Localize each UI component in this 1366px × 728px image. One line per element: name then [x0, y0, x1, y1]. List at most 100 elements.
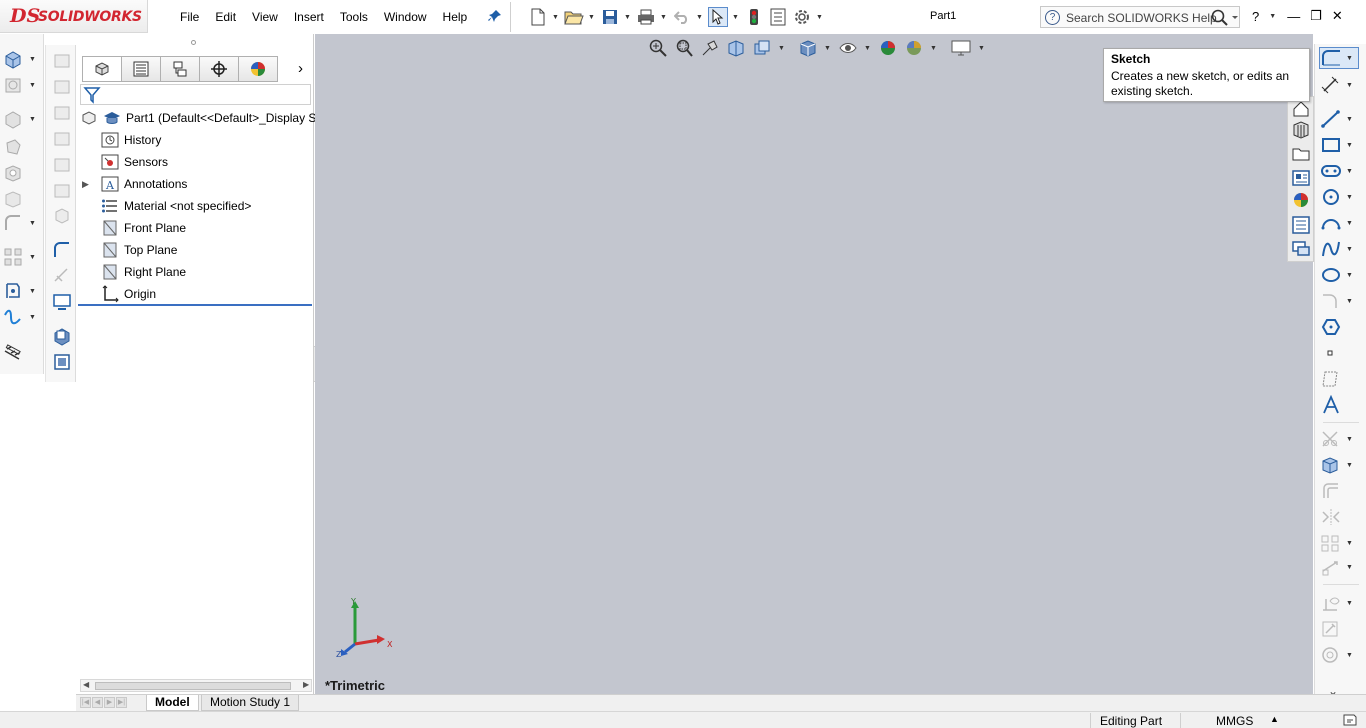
fillet-dropdown-icon[interactable]: ▼: [29, 220, 37, 227]
fillet-button[interactable]: ▼: [3, 212, 41, 234]
polygon-button[interactable]: [1320, 316, 1364, 338]
print-dropdown-icon[interactable]: ▼: [660, 14, 668, 21]
first-tab-icon[interactable]: |◀: [80, 697, 91, 708]
tab-model[interactable]: Model: [146, 695, 199, 711]
previous-view-icon[interactable]: [700, 38, 720, 58]
line-button[interactable]: ▼: [1320, 108, 1364, 130]
instant3d-button[interactable]: [3, 342, 41, 364]
next-tab-icon[interactable]: ▶: [104, 697, 115, 708]
previous-tab-icon[interactable]: ◀: [92, 697, 103, 708]
file-properties-icon[interactable]: [768, 7, 788, 27]
boundary-boss-icon[interactable]: [52, 102, 72, 122]
hide-show-items-icon[interactable]: [838, 38, 858, 58]
menu-help[interactable]: Help: [435, 8, 476, 26]
appearances-scenes-icon[interactable]: [1291, 190, 1311, 210]
slot-dropdown-icon[interactable]: ▼: [1346, 168, 1354, 175]
search-magnifier-icon[interactable]: [1211, 9, 1239, 30]
solidworks-logo[interactable]: DS SOLIDWORKS: [0, 0, 148, 33]
spline-button[interactable]: ▼: [1320, 238, 1364, 260]
solidworks-resources-home-icon[interactable]: [1291, 99, 1311, 119]
trim-entities-button[interactable]: ▼: [1320, 428, 1364, 450]
reference-dropdown-icon[interactable]: ▼: [29, 288, 37, 295]
pin-menu-icon[interactable]: [487, 8, 503, 24]
spline-dropdown-icon[interactable]: ▼: [1346, 246, 1354, 253]
pattern-dropdown-icon[interactable]: ▼: [29, 254, 37, 261]
sketch-dropdown-icon[interactable]: ▼: [1346, 55, 1354, 62]
zoom-to-fit-icon[interactable]: [648, 38, 668, 58]
help-menu-icon[interactable]: ?: [1252, 9, 1259, 24]
custom-properties-icon[interactable]: [1291, 215, 1311, 235]
sketch-fillet-button[interactable]: ▼: [1320, 290, 1364, 312]
extruded-boss-button[interactable]: ▼: [3, 48, 41, 70]
units-selector[interactable]: MMGS: [1216, 714, 1253, 728]
tree-item-origin[interactable]: Origin: [100, 284, 156, 304]
hole-wizard-icon[interactable]: [52, 128, 72, 148]
zoom-to-area-icon[interactable]: [674, 38, 694, 58]
convert-dropdown-icon[interactable]: ▼: [1346, 462, 1354, 469]
move-entities-button[interactable]: ▼: [1320, 556, 1364, 578]
display-delete-relations-button[interactable]: ▼: [1320, 592, 1364, 614]
tab-property-manager[interactable]: [121, 56, 161, 82]
revolve-button[interactable]: ▼: [3, 74, 41, 96]
assembly-icon[interactable]: [52, 352, 72, 372]
revolved-cut-button[interactable]: [3, 136, 41, 158]
new-document-icon[interactable]: [528, 7, 548, 27]
tree-item-top-plane[interactable]: Top Plane: [100, 240, 177, 260]
menu-insert[interactable]: Insert: [286, 8, 332, 26]
repair-sketch-button[interactable]: [1320, 618, 1364, 640]
section-view-icon[interactable]: [726, 38, 746, 58]
offset-entities-button[interactable]: [1320, 480, 1364, 502]
feature-filter-bar[interactable]: [80, 84, 311, 105]
cut-button[interactable]: ▼: [3, 108, 41, 130]
rebuild-traffic-light-icon[interactable]: [744, 7, 764, 27]
options-dropdown-icon[interactable]: ▼: [816, 14, 824, 21]
restore-button[interactable]: ❐: [1310, 8, 1322, 24]
open-folder-icon[interactable]: [564, 7, 584, 27]
point-button[interactable]: [1320, 342, 1364, 364]
snaps-dropdown-icon[interactable]: ▼: [1346, 652, 1354, 659]
tree-item-annotations[interactable]: ▶ A Annotations: [82, 174, 187, 194]
trim-dropdown-icon[interactable]: ▼: [1346, 436, 1354, 443]
view-orientation-dropdown-icon[interactable]: ▼: [778, 45, 786, 52]
display-style-dropdown-icon[interactable]: ▼: [824, 45, 832, 52]
ellipse-dropdown-icon[interactable]: ▼: [1346, 272, 1354, 279]
view-settings-monitor-icon[interactable]: [950, 38, 972, 58]
help-dropdown-icon[interactable]: ▼: [1269, 13, 1277, 20]
move-dropdown-icon[interactable]: ▼: [1346, 564, 1354, 571]
cut-dropdown-icon[interactable]: ▼: [29, 116, 37, 123]
view-palette-icon[interactable]: [1291, 168, 1311, 188]
reference-geometry-button[interactable]: ▼: [3, 280, 41, 302]
save-icon[interactable]: [600, 7, 620, 27]
last-tab-icon[interactable]: ▶|: [116, 697, 127, 708]
mirror-entities-button[interactable]: [1320, 506, 1364, 528]
tab-configuration-manager[interactable]: [160, 56, 200, 82]
pattern-dropdown-icon[interactable]: ▼: [1346, 540, 1354, 547]
rectangle-button[interactable]: ▼: [1320, 134, 1364, 156]
extrude-dropdown-icon[interactable]: ▼: [29, 56, 37, 63]
rollback-bar[interactable]: [78, 304, 312, 306]
smart-dimension-icon[interactable]: [52, 266, 72, 286]
tab-display-manager[interactable]: [238, 56, 278, 82]
linear-pattern-button[interactable]: ▼: [3, 246, 41, 268]
plane-button[interactable]: [1320, 368, 1364, 390]
fillet-dropdown-icon[interactable]: ▼: [1346, 298, 1354, 305]
linear-sketch-pattern-button[interactable]: ▼: [1320, 532, 1364, 554]
tree-item-material[interactable]: Material <not specified>: [100, 196, 251, 216]
scene-dropdown-icon[interactable]: ▼: [930, 45, 938, 52]
graphics-area[interactable]: ▼ ▼ ▼ ▼ ▼ Y X Z *Trimetric: [315, 34, 1313, 694]
arc-dropdown-icon[interactable]: ▼: [1346, 220, 1354, 227]
curves-dropdown-icon[interactable]: ▼: [29, 314, 37, 321]
file-explorer-icon[interactable]: [1291, 144, 1311, 164]
sketch-plane-icon[interactable]: [52, 240, 72, 260]
close-button[interactable]: ✕: [1332, 8, 1343, 24]
panel-grip-handle[interactable]: [191, 40, 196, 45]
scroll-right-arrow-icon[interactable]: ▶: [303, 680, 309, 689]
tree-item-right-plane[interactable]: Right Plane: [100, 262, 186, 282]
units-up-arrow-icon[interactable]: ▲: [1270, 714, 1279, 724]
swept-cut-button[interactable]: [3, 162, 41, 184]
tab-feature-tree[interactable]: [82, 56, 122, 82]
dynamic-annotation-icon[interactable]: [752, 38, 772, 58]
menu-view[interactable]: View: [244, 8, 286, 26]
display-window-icon[interactable]: [52, 292, 72, 312]
sketch-button[interactable]: ▼: [1319, 47, 1359, 69]
